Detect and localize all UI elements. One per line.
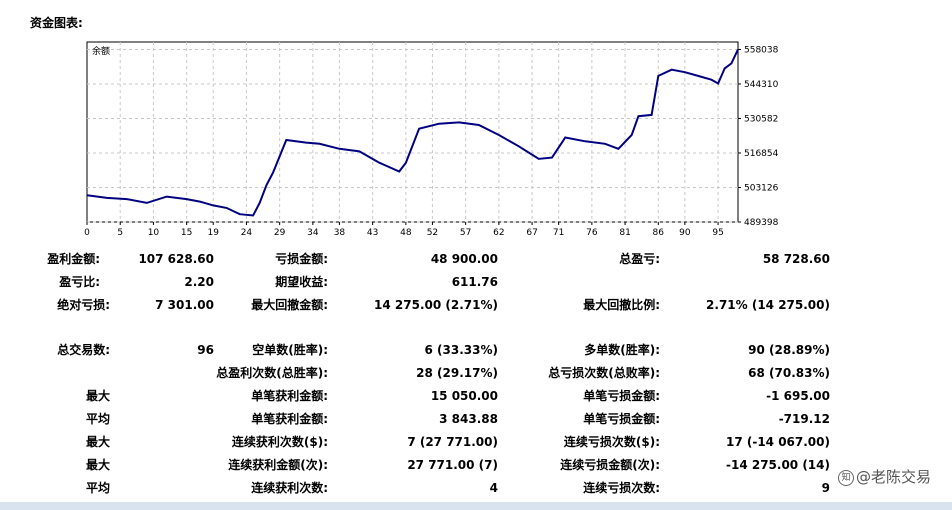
profit-trades-value: 28 (29.17%): [416, 366, 498, 380]
largest-group-label: 最大: [85, 389, 110, 403]
total-trades-label: 总交易数:: [57, 343, 110, 357]
avg-consec-wins-value: 4: [489, 481, 498, 495]
stats-panel: 盈利金额: 107 628.60 亏损金额: 48 900.00 总盈亏: 58…: [0, 0, 952, 510]
profit-factor-value: 2.20: [184, 275, 214, 289]
max-consec-profit-value: 27 771.00 (7): [407, 458, 498, 472]
max-consec-loss-label: 连续亏损金额(次):: [560, 458, 660, 472]
average-profit-trade-value: 3 843.88: [439, 412, 498, 426]
loss-trades-label: 总亏损次数(总败率):: [548, 366, 660, 380]
absolute-drawdown-label: 绝对亏损:: [57, 298, 110, 312]
largest-profit-trade-value: 15 050.00: [430, 389, 498, 403]
max-consec-loss-value: -14 275.00 (14): [725, 458, 830, 472]
avg-consec-losses-label: 连续亏损次数:: [583, 481, 660, 495]
largest-loss-trade-value: -1 695.00: [766, 389, 830, 403]
max-consec-profit-label: 连续获利金额(次):: [228, 458, 328, 472]
loss-trades-value: 68 (70.83%): [748, 366, 830, 380]
average-loss-trade-label: 单笔亏损金额:: [583, 412, 660, 426]
absolute-drawdown-value: 7 301.00: [155, 298, 214, 312]
max-consec-losses-value: 17 (-14 067.00): [725, 435, 830, 449]
average-loss-trade-value: -719.12: [778, 412, 830, 426]
max-consec-wins-value: 7 (27 771.00): [407, 435, 498, 449]
profit-trades-label: 总盈利次数(总胜率):: [216, 366, 328, 380]
long-positions-value: 90 (28.89%): [748, 343, 830, 357]
short-positions-label: 空单数(胜率):: [252, 343, 328, 357]
average-group-label: 平均: [85, 412, 110, 426]
max-drawdown-label: 最大回撤金额:: [251, 298, 328, 312]
long-positions-label: 多单数(胜率):: [584, 343, 660, 357]
total-trades-value: 96: [197, 343, 214, 357]
watermark-text: @老陈交易: [856, 468, 932, 486]
profit-factor-label: 盈亏比:: [59, 275, 100, 289]
relative-drawdown-label: 最大回撤比例:: [583, 298, 660, 312]
expected-payoff-value: 611.76: [451, 275, 498, 289]
max-consec-wins-label: 连续获利次数($):: [231, 435, 328, 449]
max-drawdown-value: 14 275.00 (2.71%): [374, 298, 498, 312]
gross-loss-value: 48 900.00: [430, 252, 498, 266]
gross-loss-label: 亏损金额:: [275, 252, 328, 266]
zhihu-icon: 知: [838, 469, 854, 486]
watermark: 知 @老陈交易: [838, 466, 931, 487]
average-profit-trade-label: 单笔获利金额:: [251, 412, 328, 426]
avg-consec-wins-label: 连续获利次数:: [251, 481, 328, 495]
avg-consec-losses-value: 9: [821, 481, 830, 495]
max-consec-amount-group-label: 最大: [85, 458, 110, 472]
largest-profit-trade-label: 单笔获利金额:: [251, 389, 328, 403]
relative-drawdown-value: 2.71% (14 275.00): [706, 298, 830, 312]
max-consec-count-group-label: 最大: [85, 435, 110, 449]
bottom-bar: [0, 502, 952, 510]
max-consec-losses-label: 连续亏损次数($):: [563, 435, 660, 449]
avg-consec-group-label: 平均: [85, 481, 110, 495]
short-positions-value: 6 (33.33%): [424, 343, 498, 357]
gross-profit-value: 107 628.60: [138, 252, 214, 266]
net-profit-label: 总盈亏:: [619, 252, 660, 266]
largest-loss-trade-label: 单笔亏损金额:: [583, 389, 660, 403]
expected-payoff-label: 期望收益:: [275, 275, 328, 289]
net-profit-value: 58 728.60: [762, 252, 830, 266]
gross-profit-label: 盈利金额:: [47, 252, 100, 266]
